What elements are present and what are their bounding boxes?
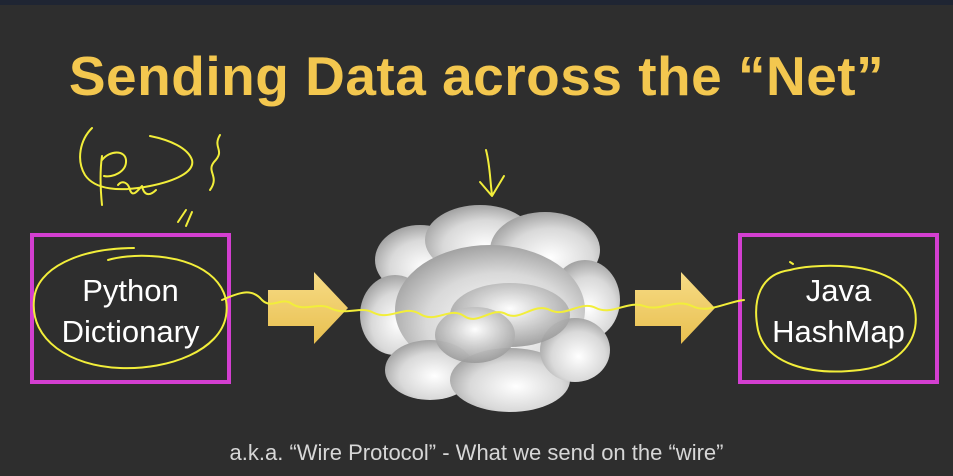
scribble-p-annotation: [79, 127, 194, 206]
python-dictionary-label-line1: Python: [82, 273, 179, 308]
window-top-bar: [0, 0, 953, 5]
slide: Sending Data across the “Net” Python Dic…: [0, 0, 953, 476]
java-hashmap-box: Java HashMap: [738, 233, 939, 384]
java-hashmap-label-line1: Java: [805, 273, 872, 308]
right-arrow-icon: [268, 272, 348, 344]
python-dictionary-box: Python Dictionary: [30, 233, 231, 384]
right-arrow-icon: [635, 272, 715, 344]
java-hashmap-label-line2: HashMap: [772, 314, 905, 349]
cloud-pointer-annotation: [479, 149, 505, 197]
slide-footer-caption: a.k.a. “Wire Protocol” - What we send on…: [229, 440, 724, 465]
scribble-squiggle-annotation: [177, 134, 221, 227]
cloud-icon: [360, 205, 620, 412]
slide-title: Sending Data across the “Net”: [68, 45, 885, 107]
python-dictionary-label-line2: Dictionary: [61, 314, 200, 349]
